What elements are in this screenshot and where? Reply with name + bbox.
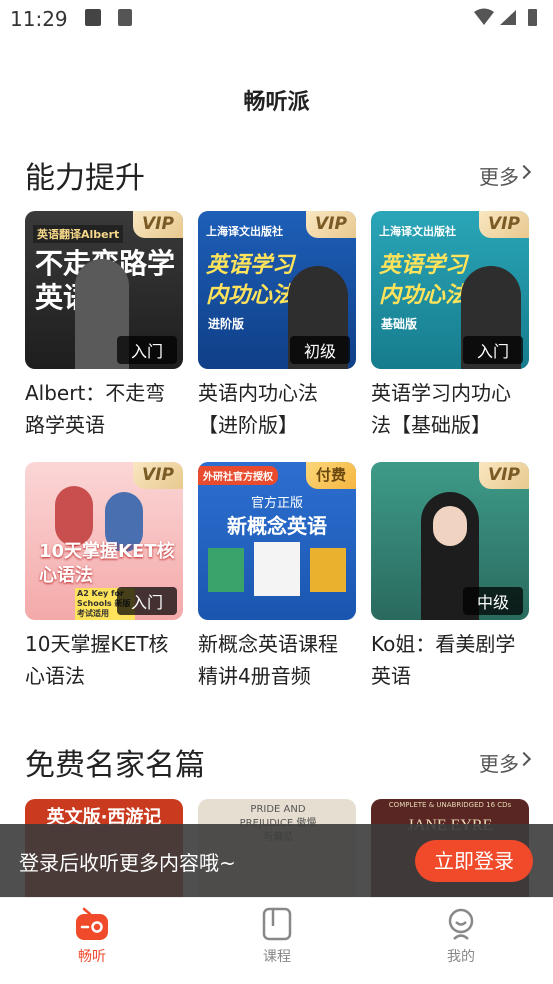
section-more-link-free[interactable]: 更多 xyxy=(479,748,519,777)
course-card[interactable]: 外研社官方授权 官方正版 新概念英语 付费 新概念英语课程精讲4册音频 xyxy=(198,462,356,692)
tab-label: 课程 xyxy=(263,949,291,965)
section-title-free: 免费名家名篇 xyxy=(25,748,205,783)
level-tag: 中级 xyxy=(462,587,523,615)
cover-license-tag: 外研社官方授权 xyxy=(198,466,278,485)
tab-profile[interactable]: 我的 xyxy=(421,906,501,966)
course-card[interactable]: 上海译文出版社 英语学习内功心法 基础版 VIP 入门 英语学习内功心法【基础版… xyxy=(371,211,529,441)
level-tag: 入门 xyxy=(116,336,177,364)
tab-course[interactable]: 课程 xyxy=(237,906,317,966)
tab-listen[interactable]: 畅听 xyxy=(52,906,132,966)
level-tag: 入门 xyxy=(116,587,177,615)
vip-badge: VIP xyxy=(479,211,529,238)
paid-badge: 付费 xyxy=(306,462,356,489)
bottom-tab-bar: 畅听 课程 我的 xyxy=(0,897,553,984)
notification-a-icon xyxy=(85,9,101,26)
course-cover[interactable]: 外研社官方授权 官方正版 新概念英语 付费 xyxy=(198,462,356,620)
course-title[interactable]: 10天掌握KET核心语法 xyxy=(25,628,183,692)
signal-icon xyxy=(500,10,516,25)
book-cover-note: COMPLETE & UNABRIDGED 16 CDs xyxy=(388,801,512,809)
tab-label: 畅听 xyxy=(78,949,106,965)
vip-badge: VIP xyxy=(133,211,183,238)
cover-edition: 进阶版 xyxy=(208,317,245,331)
notification-k-icon xyxy=(118,9,132,26)
person-face xyxy=(433,506,467,546)
cover-subtitle: 官方正版 xyxy=(250,496,303,511)
course-card[interactable]: 10天掌握KET核心语法 A2 Key for Schools 新版考试适用 V… xyxy=(25,462,183,692)
course-icon xyxy=(259,906,295,942)
cover-author-label: 英语翻译Albert xyxy=(33,225,124,243)
course-card[interactable]: 英语翻译Albert 不走弯路学英语 VIP 入门 Albert：不走弯路学英语 xyxy=(25,211,183,441)
course-cover[interactable]: 英语翻译Albert 不走弯路学英语 VIP 入门 xyxy=(25,211,183,369)
login-prompt-bar: 登录后收听更多内容哦~ 立即登录 xyxy=(0,824,553,897)
vip-badge: VIP xyxy=(133,462,183,489)
status-time: 11:29 xyxy=(10,7,68,31)
level-tag: 初级 xyxy=(289,336,350,364)
course-card[interactable]: VIP 中级 Ko姐：看美剧学英语 xyxy=(371,462,529,692)
course-cover[interactable]: VIP 中级 xyxy=(371,462,529,620)
status-bar: 11:29 xyxy=(0,0,553,38)
login-prompt-text: 登录后收听更多内容哦~ xyxy=(19,851,236,875)
vip-badge: VIP xyxy=(306,211,356,238)
course-card[interactable]: 上海译文出版社 英语学习内功心法 进阶版 VIP 初级 英语内功心法【进阶版】 xyxy=(198,211,356,441)
battery-icon xyxy=(528,9,537,26)
cover-title: 10天掌握KET核心语法 xyxy=(39,541,175,586)
cover-publisher: 上海译文出版社 xyxy=(206,225,283,238)
chevron-right-icon[interactable] xyxy=(516,164,532,180)
page-title: 畅听派 xyxy=(243,90,310,115)
tab-label: 我的 xyxy=(447,949,475,965)
course-title[interactable]: 新概念英语课程精讲4册音频 xyxy=(198,628,356,692)
book-image xyxy=(254,542,300,596)
course-title[interactable]: 英语内功心法【进阶版】 xyxy=(198,377,356,441)
wifi-icon xyxy=(474,8,494,25)
book-image xyxy=(208,548,244,592)
course-cover[interactable]: 上海译文出版社 英语学习内功心法 基础版 VIP 入门 xyxy=(371,211,529,369)
system-status-icons xyxy=(474,8,537,26)
cover-edition: 基础版 xyxy=(381,317,418,331)
course-cover[interactable]: 10天掌握KET核心语法 A2 Key for Schools 新版考试适用 V… xyxy=(25,462,183,620)
section-more-link-ability[interactable]: 更多 xyxy=(479,161,519,190)
section-title-ability: 能力提升 xyxy=(25,161,145,196)
book-image xyxy=(310,548,346,592)
course-title[interactable]: Ko姐：看美剧学英语 xyxy=(371,628,529,692)
course-title[interactable]: 英语学习内功心法【基础版】 xyxy=(371,377,529,441)
cover-publisher: 上海译文出版社 xyxy=(379,225,456,238)
login-button[interactable]: 立即登录 xyxy=(415,840,533,882)
profile-icon xyxy=(443,906,479,942)
chevron-right-icon[interactable] xyxy=(516,751,532,767)
radio-icon xyxy=(74,906,110,942)
cover-title: 新概念英语 xyxy=(227,514,327,538)
vip-badge: VIP xyxy=(479,462,529,489)
course-title[interactable]: Albert：不走弯路学英语 xyxy=(25,377,183,441)
level-tag: 入门 xyxy=(462,336,523,364)
person-figure xyxy=(55,486,93,546)
course-cover[interactable]: 上海译文出版社 英语学习内功心法 进阶版 VIP 初级 xyxy=(198,211,356,369)
